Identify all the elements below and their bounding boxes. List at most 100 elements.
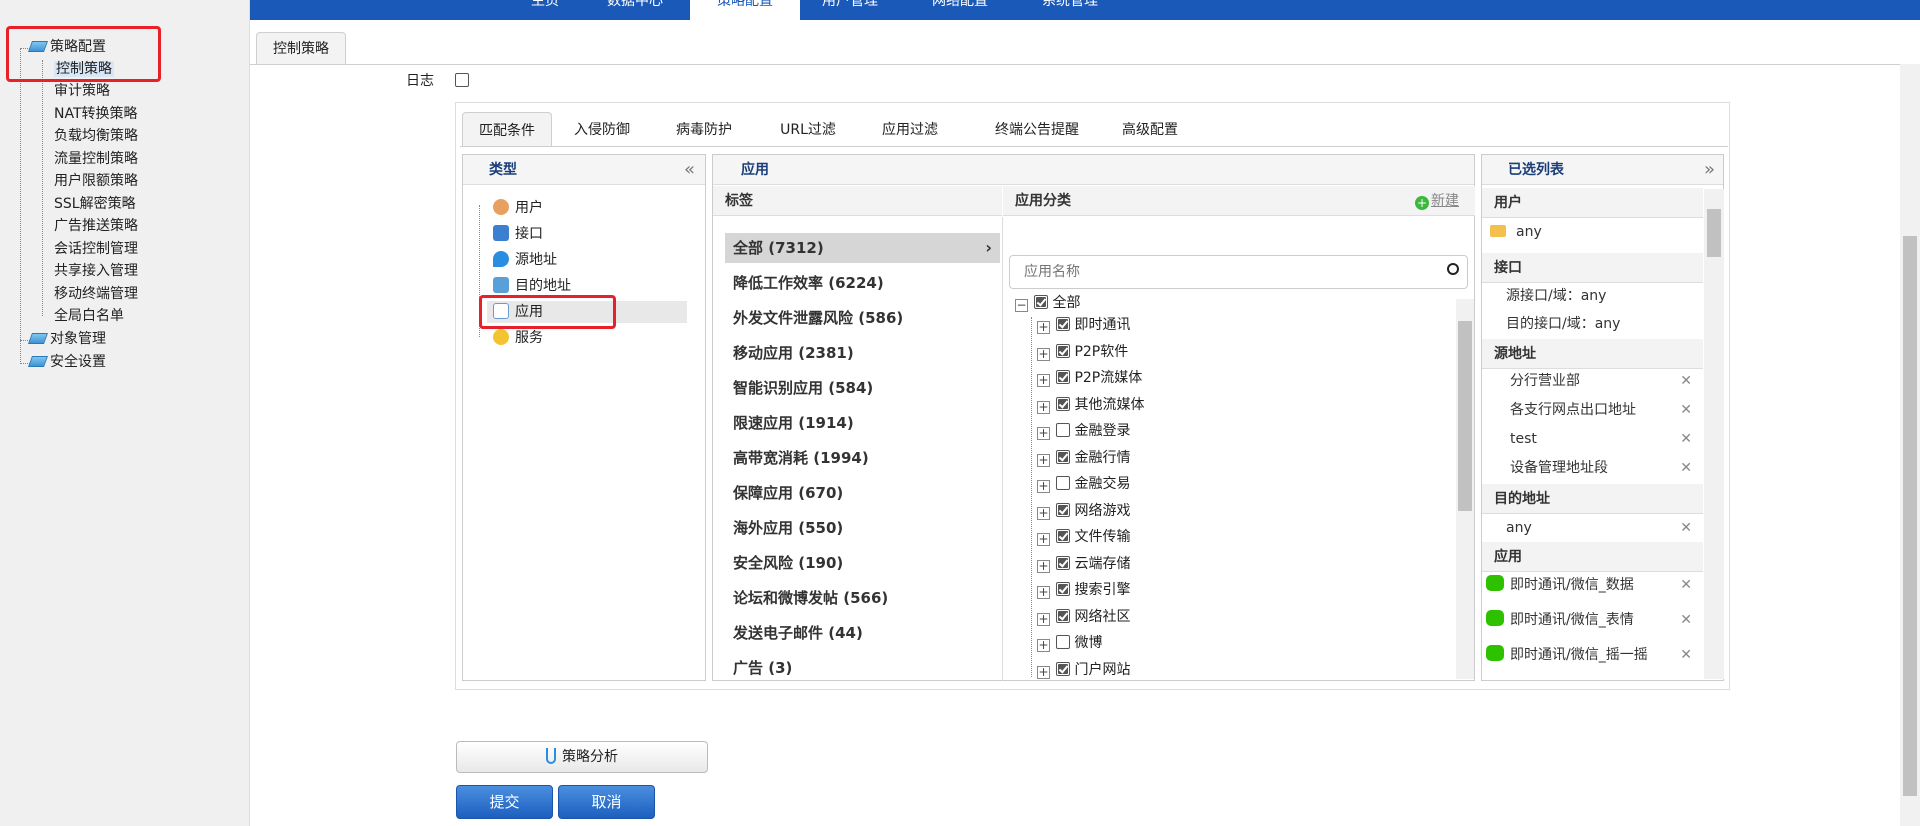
category-checkbox[interactable] <box>1056 502 1070 517</box>
category-item[interactable]: + P2P软件 <box>1037 342 1128 362</box>
category-item[interactable]: + 金融交易 <box>1037 474 1130 494</box>
category-scrollbar[interactable] <box>1456 299 1474 679</box>
expand-icon[interactable]: + <box>1037 612 1050 626</box>
tree-traffic-control-policy[interactable]: 流量控制策略 <box>54 149 138 169</box>
close-icon[interactable]: ✕ <box>1680 573 1692 597</box>
tree-load-balance-policy[interactable]: 负载均衡策略 <box>54 126 138 146</box>
category-item[interactable]: + 搜索引擎 <box>1037 580 1130 600</box>
tree-mobile-terminal[interactable]: 移动终端管理 <box>54 284 138 304</box>
expand-icon[interactable]: + <box>1037 586 1050 599</box>
tab-app-filter[interactable]: 应用过滤 <box>870 112 950 146</box>
tree-shared-access[interactable]: 共享接入管理 <box>54 261 138 281</box>
policy-analysis-button[interactable]: 策略分析 <box>456 741 708 773</box>
category-item[interactable]: + 金融行情 <box>1037 448 1130 468</box>
page-scrollbar[interactable] <box>1900 64 1920 826</box>
type-interface[interactable]: 接口 <box>493 223 543 245</box>
nav-network-config[interactable]: 网络配置 <box>920 0 1000 20</box>
close-icon[interactable]: ✕ <box>1680 643 1692 667</box>
cancel-button[interactable]: 取消 <box>558 785 655 819</box>
category-checkbox[interactable] <box>1056 661 1070 676</box>
expand-icon[interactable]: + <box>1037 400 1050 414</box>
label-item[interactable]: 保障应用 (670) <box>725 478 1000 508</box>
tab-url-filter[interactable]: URL过滤 <box>768 112 848 146</box>
category-checkbox[interactable] <box>1056 449 1070 464</box>
tree-audit-policy[interactable]: 审计策略 <box>54 81 110 101</box>
category-checkbox[interactable] <box>1056 529 1070 543</box>
nav-user-management[interactable]: 用户管理 <box>810 0 890 20</box>
tab-match-conditions[interactable]: 匹配条件 <box>462 112 552 146</box>
label-item[interactable]: 高带宽消耗 (1994) <box>725 443 1000 473</box>
tab-control-policy[interactable]: 控制策略 <box>256 32 346 64</box>
category-item[interactable]: + 微博 <box>1037 633 1102 653</box>
category-checkbox[interactable] <box>1056 476 1070 490</box>
category-item[interactable]: + P2P流媒体 <box>1037 368 1142 388</box>
tree-user-quota-policy[interactable]: 用户限额策略 <box>54 171 138 191</box>
label-item[interactable]: 限速应用 (1914) <box>725 408 1000 438</box>
close-icon[interactable]: ✕ <box>1680 608 1692 632</box>
category-item[interactable]: + 即时通讯 <box>1037 315 1130 335</box>
scrollbar-thumb[interactable] <box>1903 236 1917 796</box>
category-checkbox[interactable] <box>1034 295 1048 309</box>
expand-icon[interactable]: + <box>1037 321 1050 334</box>
new-button[interactable]: + 新建 <box>1415 186 1459 216</box>
tree-nat-policy[interactable]: NAT转换策略 <box>54 104 138 124</box>
category-checkbox[interactable] <box>1056 582 1070 596</box>
expand-icon[interactable]: + <box>1037 639 1050 652</box>
expand-icon[interactable]: + <box>1037 533 1050 546</box>
label-all[interactable]: 全部 (7312) › <box>725 233 1000 263</box>
label-item[interactable]: 安全风险 (190) <box>725 548 1000 578</box>
collapse-icon[interactable]: « <box>684 155 695 185</box>
label-item[interactable]: 外发文件泄露风险 (586) <box>725 303 1000 333</box>
label-item[interactable]: 广告 (3) <box>725 653 1000 683</box>
nav-system-management[interactable]: 系统管理 <box>1030 0 1110 20</box>
label-item[interactable]: 论坛和微博发帖 (566) <box>725 583 1000 613</box>
category-item[interactable]: + 网络游戏 <box>1037 501 1130 521</box>
label-item[interactable]: 智能识别应用 (584) <box>725 373 1000 403</box>
category-checkbox[interactable] <box>1056 423 1070 437</box>
type-destination-address[interactable]: 目的地址 <box>493 275 571 297</box>
type-user[interactable]: 用户 <box>493 197 543 219</box>
scrollbar-thumb[interactable] <box>1707 209 1721 257</box>
log-checkbox[interactable] <box>455 73 469 87</box>
scrollbar-thumb[interactable] <box>1458 321 1472 511</box>
close-icon[interactable]: ✕ <box>1680 516 1692 540</box>
expand-icon[interactable]: » <box>1704 155 1715 185</box>
expand-icon[interactable]: + <box>1037 374 1050 387</box>
nav-data-center[interactable]: 数据中心 <box>595 0 675 20</box>
category-checkbox[interactable] <box>1056 343 1070 358</box>
category-root[interactable]: − 全部 <box>1015 293 1080 313</box>
tab-virus-protection[interactable]: 病毒防护 <box>664 112 744 146</box>
tree-ssl-decrypt-policy[interactable]: SSL解密策略 <box>54 194 136 214</box>
label-item[interactable]: 移动应用 (2381) <box>725 338 1000 368</box>
close-icon[interactable]: ✕ <box>1680 427 1692 451</box>
category-item[interactable]: + 云端存储 <box>1037 554 1130 574</box>
expand-icon[interactable]: + <box>1037 559 1050 573</box>
category-item[interactable]: + 其他流媒体 <box>1037 395 1144 415</box>
category-checkbox[interactable] <box>1056 555 1070 570</box>
expand-icon[interactable]: + <box>1037 347 1050 361</box>
type-source-address[interactable]: 源地址 <box>493 249 557 271</box>
tree-security-settings[interactable]: 安全设置 <box>27 352 106 372</box>
type-service[interactable]: 服务 <box>493 327 543 349</box>
collapse-icon[interactable]: − <box>1015 299 1028 312</box>
expand-icon[interactable]: + <box>1037 506 1050 520</box>
close-icon[interactable]: ✕ <box>1680 369 1692 393</box>
search-icon[interactable] <box>1447 263 1459 275</box>
category-item[interactable]: + 网络社区 <box>1037 607 1130 627</box>
nav-policy-config[interactable]: 策略配置 <box>690 0 800 20</box>
category-item[interactable]: + 文件传输 <box>1037 527 1130 547</box>
label-item[interactable]: 海外应用 (550) <box>725 513 1000 543</box>
tab-intrusion-prevention[interactable]: 入侵防御 <box>562 112 642 146</box>
tree-session-control[interactable]: 会话控制管理 <box>54 239 138 259</box>
category-item[interactable]: + 门户网站 <box>1037 660 1130 680</box>
tab-advanced-config[interactable]: 高级配置 <box>1110 112 1190 146</box>
tree-ad-push-policy[interactable]: 广告推送策略 <box>54 216 138 236</box>
nav-home[interactable]: 主页 <box>515 0 575 20</box>
expand-icon[interactable]: + <box>1037 480 1050 493</box>
tab-terminal-notice[interactable]: 终端公告提醒 <box>982 112 1092 146</box>
tree-object-management[interactable]: 对象管理 <box>27 329 106 349</box>
selected-scrollbar[interactable] <box>1704 189 1724 679</box>
expand-icon[interactable]: + <box>1037 427 1050 440</box>
category-checkbox[interactable] <box>1056 396 1070 411</box>
tree-global-whitelist[interactable]: 全局白名单 <box>54 306 124 326</box>
